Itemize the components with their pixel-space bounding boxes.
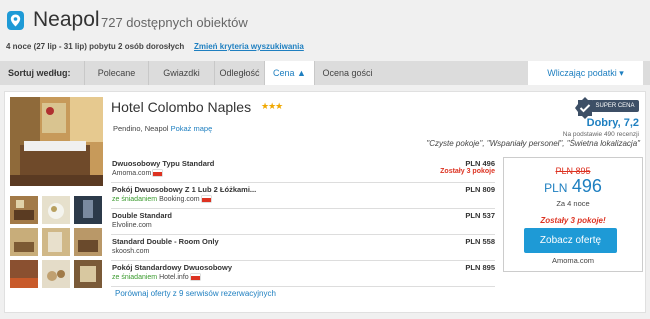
sort-stars[interactable]: Gwiazdki (148, 61, 214, 85)
best-offer-box: PLN 895 PLN 496 Za 4 noce Zostały 3 poko… (503, 157, 643, 272)
hotel-location: Pendino, Neapol Pokaż mapę (113, 124, 212, 133)
sort-distance[interactable]: Odległość od (214, 61, 264, 102)
offer-provider: Amoma.com (551, 256, 595, 265)
sort-bar: Sortuj według: Polecane Gwiazdki Odległo… (0, 61, 650, 102)
deal-row[interactable]: Pokój Dwuosobowy Z 1 Lub 2 Łóżkami... ze… (111, 183, 495, 209)
sort-price[interactable]: Cena ▲ (264, 61, 314, 85)
hotel-thumbnail[interactable] (74, 260, 102, 288)
view-offer-button[interactable]: Zobacz ofertę (524, 228, 617, 253)
hotel-name[interactable]: Hotel Colombo Naples (111, 99, 251, 115)
show-map-link[interactable]: Pokaż mapę (171, 124, 213, 133)
sort-recommended[interactable]: Polecane (84, 61, 148, 85)
deal-price: PLN 895 (465, 263, 495, 272)
deal-breakfast: ze śniadaniem (112, 196, 158, 203)
deal-row[interactable]: Dwuosobowy Typu Standard Amoma.com PLN 4… (111, 157, 495, 183)
review-count: Na podstawie 490 recenzji (562, 131, 639, 138)
hotel-thumbnail[interactable] (42, 196, 70, 224)
city-title: Neapol (33, 8, 100, 31)
rooms-left-alert: Zostały 3 pokoje! (540, 216, 606, 225)
deal-price: PLN 537 (465, 211, 495, 220)
deal-provider-line: Elvoline.com (112, 222, 152, 229)
hotel-thumbnail[interactable] (10, 260, 38, 288)
deal-price: PLN 496 (465, 159, 495, 168)
deal-provider-line: skoosh.com (112, 248, 149, 255)
deal-provider: Elvoline.com (112, 222, 152, 229)
hotel-main-photo[interactable] (10, 97, 103, 186)
flag-icon (190, 274, 200, 281)
hotel-thumbnail[interactable] (74, 228, 102, 256)
hotel-thumbnail[interactable] (42, 228, 70, 256)
compare-offers-link[interactable]: Porównaj oferty z 9 serwisów rezerwacyjn… (115, 289, 276, 298)
star-rating: ★★★ (261, 101, 283, 111)
nights-info: Za 4 noce (556, 199, 590, 208)
deal-provider: skoosh.com (112, 248, 150, 255)
deal-provider: Booking.com (159, 196, 200, 203)
review-highlights: "Czyste pokoje", "Wspaniały personel", "… (426, 139, 640, 148)
deal-rooms-left: Zostały 3 pokoje (440, 168, 495, 175)
deal-row[interactable]: Double Standard Elvoline.com PLN 537 (111, 209, 495, 235)
deal-room-name: Pokój Dwuosobowy Z 1 Lub 2 Łóżkami... (112, 185, 257, 194)
result-count: 727 dostępnych obiektów (101, 15, 248, 30)
price-currency: PLN (544, 181, 568, 195)
guest-rating: Dobry, 7,2 (586, 117, 639, 129)
old-price-value: PLN 895 (555, 166, 591, 176)
deal-provider: Hotel.info (159, 274, 189, 281)
deal-row[interactable]: Standard Double - Room Only skoosh.com P… (111, 235, 495, 261)
stay-info: 4 noce (27 lip - 31 lip) pobytu 2 osób d… (6, 42, 185, 51)
hotel-thumbnail[interactable] (42, 260, 70, 288)
old-price: PLN 895 (504, 166, 642, 176)
flag-icon (201, 196, 211, 203)
hotel-thumbnail[interactable] (10, 196, 38, 224)
change-criteria-link[interactable]: Zmień kryteria wyszukiwania (194, 42, 304, 51)
location-pin-icon (7, 11, 24, 30)
hotel-thumbnail[interactable] (10, 228, 38, 256)
sort-label: Sortuj według: (8, 68, 71, 78)
super-price-badge: SUPER CENA (591, 100, 639, 112)
include-taxes-toggle[interactable]: Wliczając podatki ▾ (528, 61, 643, 85)
deal-provider: Amoma.com (112, 170, 152, 177)
hotel-thumbnail[interactable] (74, 196, 102, 224)
deal-row[interactable]: Pokój Standardowy Dwuosobowy ze śniadani… (111, 261, 495, 287)
deal-room-name: Standard Double - Room Only (112, 237, 219, 246)
hotel-card: Hotel Colombo Naples ★★★ Pendino, Neapol… (4, 91, 646, 313)
district-name: Pendino, Neapol (113, 124, 169, 133)
search-header: Neapol 727 dostępnych obiektów 4 noce (2… (0, 0, 650, 60)
deal-provider-line: Amoma.com (112, 170, 163, 177)
deal-room-name: Pokój Standardowy Dwuosobowy (112, 263, 233, 272)
price-amount: 496 (571, 176, 602, 196)
deal-provider-line: ze śniadaniem Hotel.info (112, 274, 200, 281)
deal-room-name: Double Standard (112, 211, 173, 220)
new-price: PLN 496 (504, 176, 642, 197)
deal-price: PLN 809 (465, 185, 495, 194)
deal-room-name: Dwuosobowy Typu Standard (112, 159, 215, 168)
sort-guest-rating[interactable]: Ocena gości (314, 61, 380, 85)
deal-price: PLN 558 (465, 237, 495, 246)
deal-breakfast: ze śniadaniem (112, 274, 158, 281)
flag-icon (153, 170, 163, 177)
deal-provider-line: ze śniadaniem Booking.com (112, 196, 211, 203)
